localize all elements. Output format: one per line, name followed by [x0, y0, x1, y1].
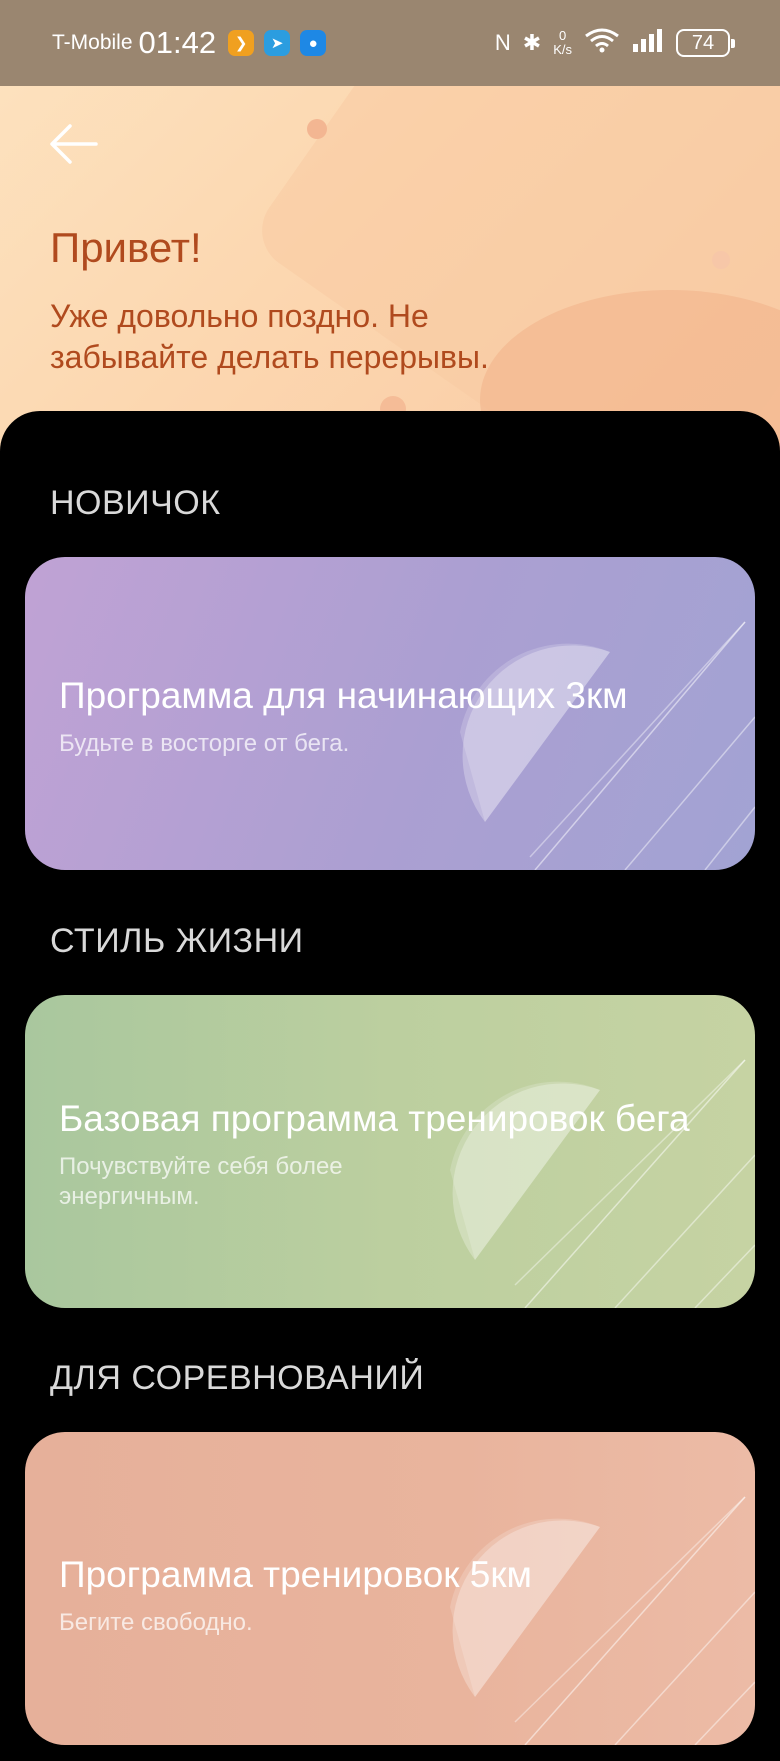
greeting-subtitle: Уже довольно поздно. Не забывайте делать… — [50, 298, 489, 375]
back-button[interactable] — [48, 118, 100, 170]
messages-icon: ● — [300, 30, 327, 56]
wifi-icon — [584, 27, 620, 59]
header-dot — [307, 119, 327, 139]
battery-indicator: 74 — [676, 29, 735, 57]
network-speed-value: 0 — [558, 28, 567, 43]
plan-card-competition-5km[interactable]: Программа тренировок 5км Бегите свободно… — [25, 1432, 755, 1745]
signal-icon — [632, 28, 664, 58]
nfc-icon: N — [494, 30, 511, 55]
header-banner: T-Mobile 01:42 ❯ ➤ ● N ✱ 0 K/s 74 Привет… — [0, 0, 780, 460]
card-title: Программа для начинающих 3км — [59, 675, 628, 716]
status-bar: T-Mobile 01:42 ❯ ➤ ● N ✱ 0 K/s 74 — [0, 0, 780, 86]
card-subtitle: Будьте в восторге от бега. — [59, 730, 350, 757]
telegram-icon: ➤ — [264, 30, 291, 56]
greeting-title: Привет! — [50, 224, 202, 271]
plan-card-lifestyle-basic[interactable]: Базовая программа тренировок бега Почувс… — [25, 995, 755, 1308]
card-title: Программа тренировок 5км — [59, 1554, 532, 1595]
notification-app-icon: ❯ — [228, 30, 255, 56]
card-title: Базовая программа тренировок бега — [59, 1098, 690, 1139]
carrier-label: T-Mobile — [52, 31, 133, 54]
section-title-beginner: НОВИЧОК — [50, 484, 221, 522]
plan-card-beginner-3km[interactable]: Программа для начинающих 3км Будьте в во… — [25, 557, 755, 870]
clock: 01:42 — [138, 25, 217, 60]
section-title-competition: ДЛЯ СОРЕВНОВАНИЙ — [50, 1359, 425, 1397]
card-decoration — [450, 1059, 755, 1308]
bluetooth-icon: ✱ — [522, 30, 542, 55]
network-speed-unit: K/s — [553, 42, 572, 57]
network-speed: 0 K/s — [553, 29, 572, 57]
card-subtitle: Бегите свободно. — [59, 1609, 253, 1636]
header-dot — [712, 251, 730, 269]
section-title-lifestyle: СТИЛЬ ЖИЗНИ — [50, 922, 304, 960]
arrow-left-icon — [50, 124, 98, 164]
card-subtitle: Почувствуйте себя более энергичным. — [59, 1153, 343, 1210]
